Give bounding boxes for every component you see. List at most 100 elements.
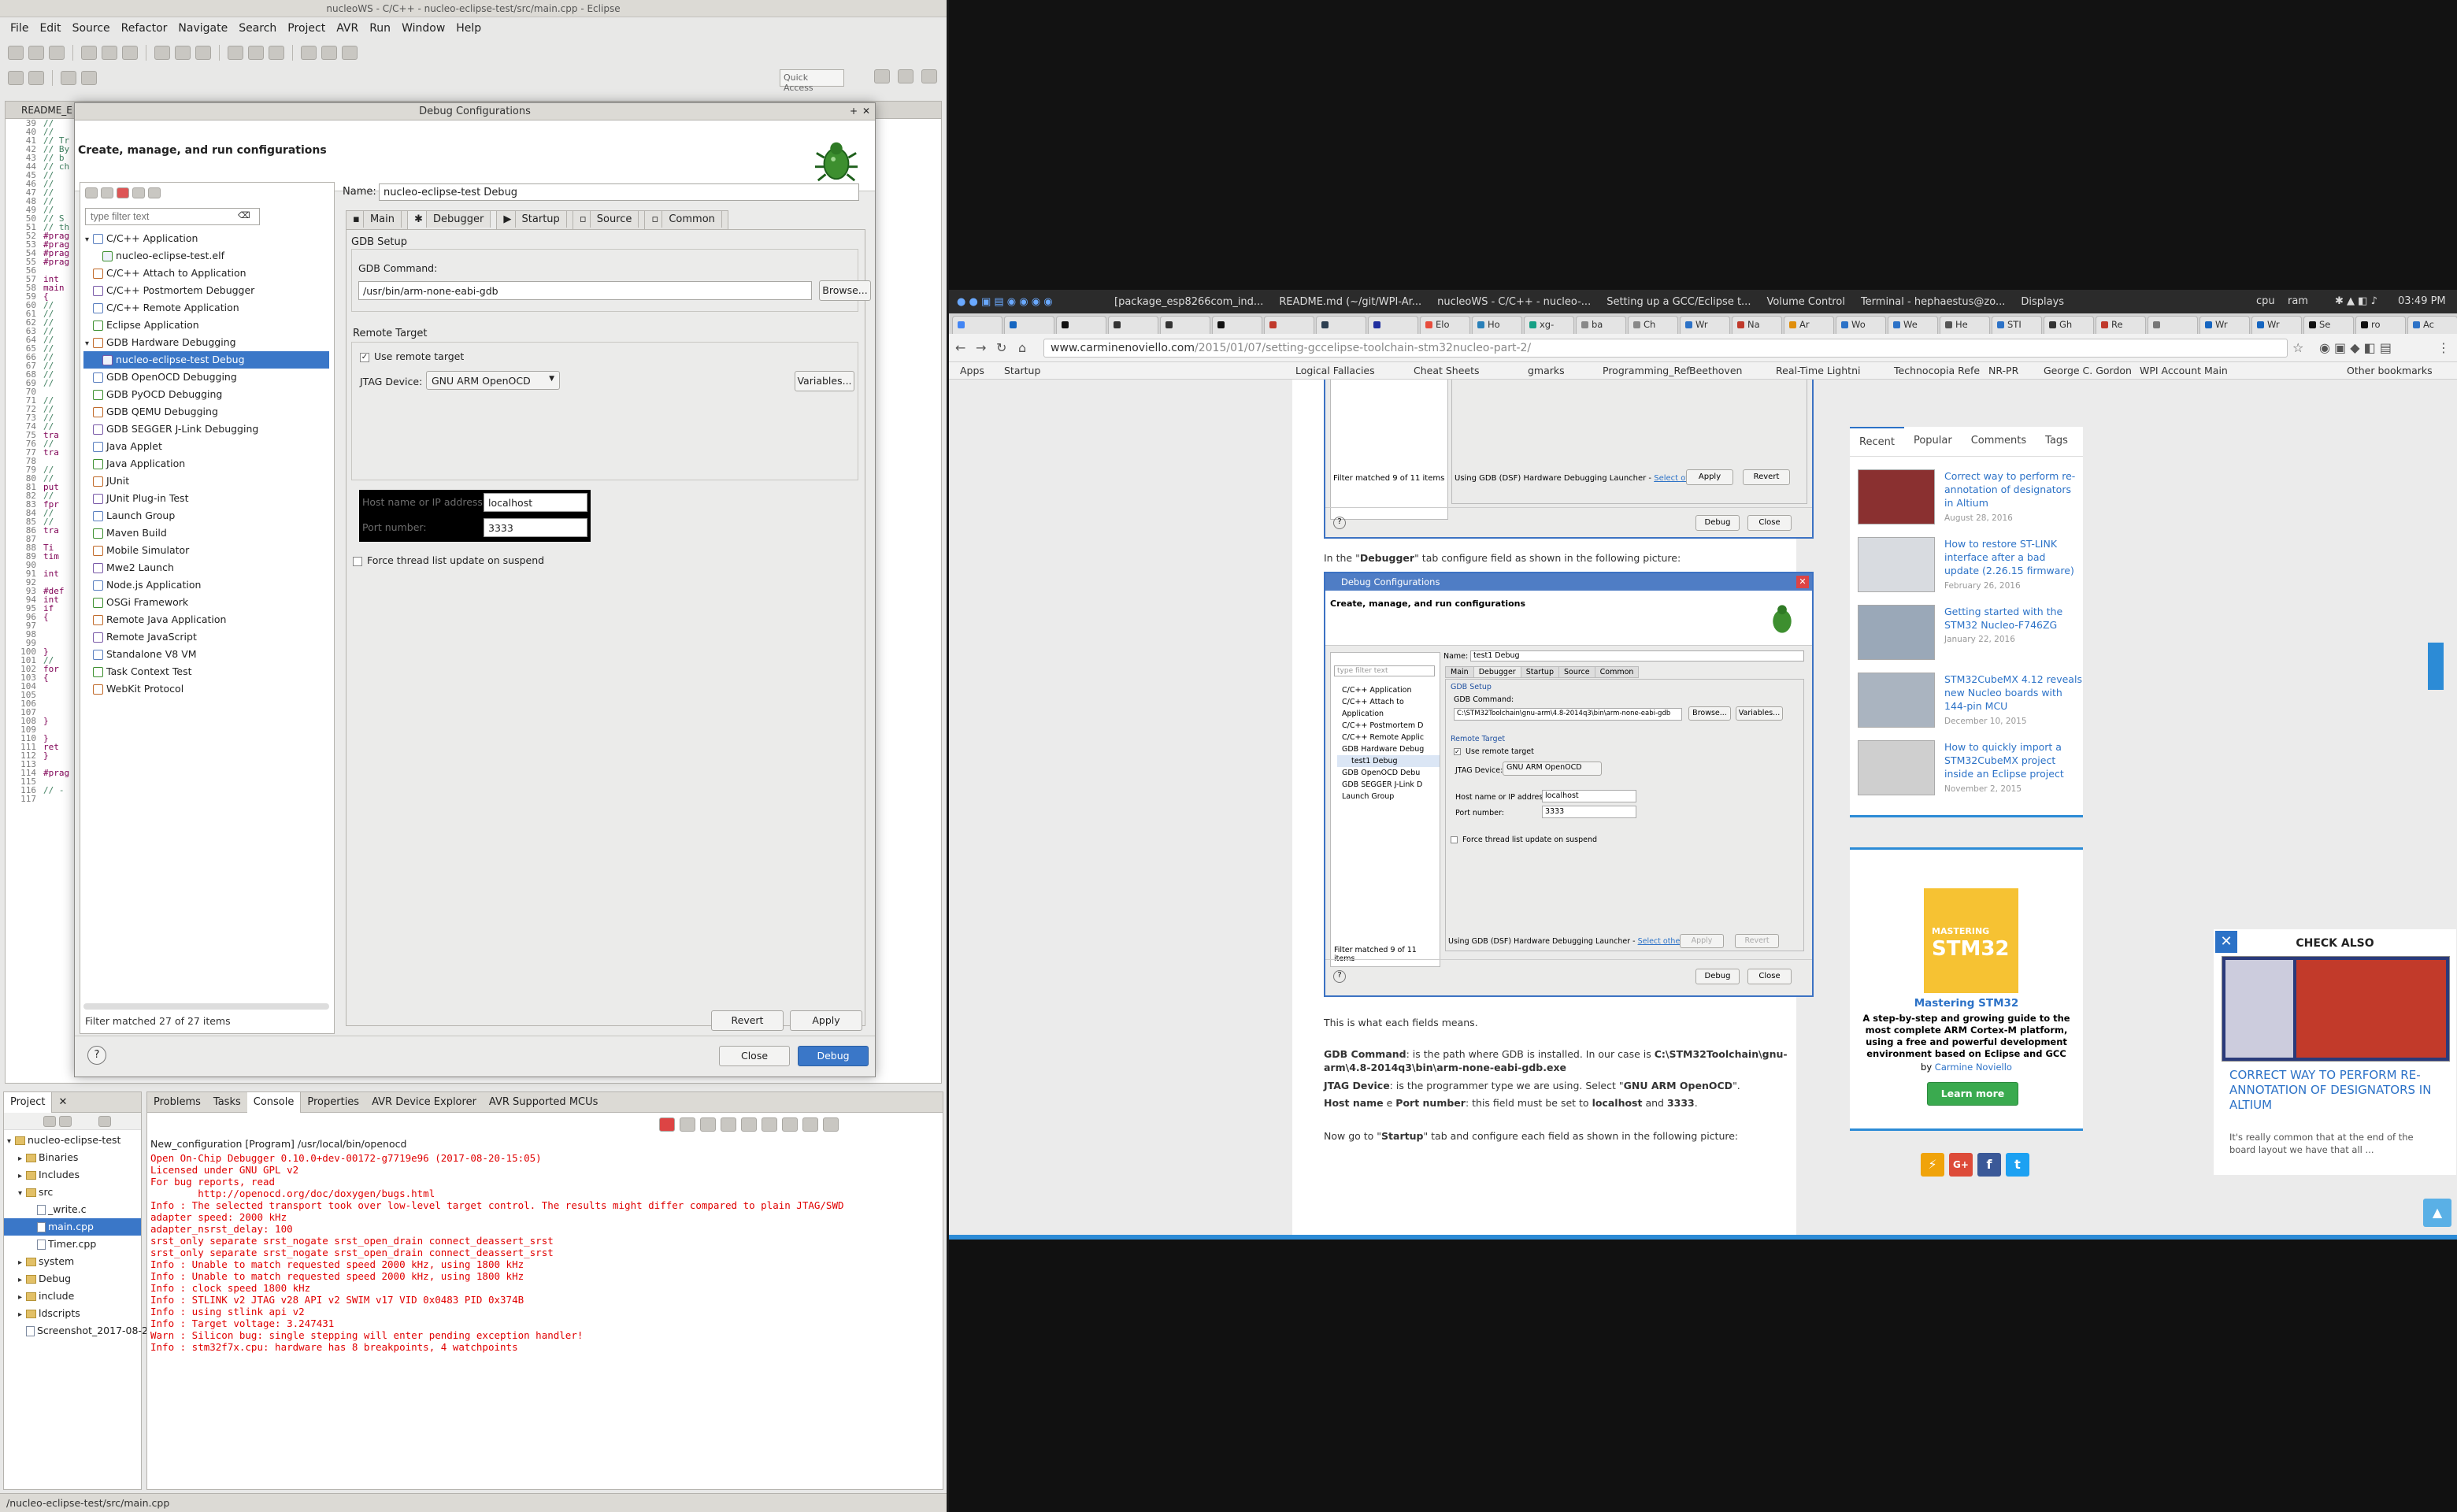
browser-tab[interactable]: Na bbox=[1732, 316, 1782, 334]
project-tree-item[interactable]: ▸ ldscripts bbox=[4, 1305, 141, 1322]
tab-problems[interactable]: Problems bbox=[147, 1096, 207, 1108]
config-tree-item[interactable]: nucleo-eclipse-test.elf bbox=[83, 247, 329, 265]
recent-post-title[interactable]: How to quickly import a STM32CubeMX proj… bbox=[1944, 740, 2083, 780]
expand-toggle-icon[interactable]: ▾ bbox=[85, 232, 93, 249]
extension-icons[interactable]: ◉ ▣ ◆ ◧ ▤ bbox=[2319, 340, 2392, 355]
chrome-menu-icon[interactable]: ⋮ bbox=[2437, 340, 2450, 355]
recent-post[interactable]: STM32CubeMX 4.12 reveals new Nucleo boar… bbox=[1858, 673, 2086, 736]
config-tree-item[interactable]: Java Applet bbox=[83, 438, 329, 455]
recent-post[interactable]: Getting started with the STM32 Nucleo-F7… bbox=[1858, 605, 2086, 668]
config-tree-item[interactable]: GDB QEMU Debugging bbox=[83, 403, 329, 421]
forward-icon[interactable] bbox=[81, 71, 97, 85]
config-tree-item[interactable]: GDB PyOCD Debugging bbox=[83, 386, 329, 403]
browse-button[interactable]: Browse... bbox=[819, 280, 871, 301]
mark-occurrences-icon[interactable] bbox=[28, 71, 44, 85]
browser-tab[interactable]: We bbox=[1888, 316, 1938, 334]
bookmark-item[interactable]: George C. Gordon bbox=[2044, 365, 2132, 376]
menu-edit[interactable]: Edit bbox=[34, 19, 66, 39]
port-number-input[interactable]: 3333 bbox=[484, 518, 587, 537]
word-wrap-icon[interactable] bbox=[762, 1117, 777, 1132]
menu-source[interactable]: Source bbox=[67, 19, 116, 39]
config-tree-item[interactable]: Remote Java Application bbox=[83, 611, 329, 628]
open-console-icon[interactable] bbox=[823, 1117, 839, 1132]
rss-icon[interactable]: ⚡ bbox=[1921, 1153, 1944, 1177]
recent-post-title[interactable]: Getting started with the STM32 Nucleo-F7… bbox=[1944, 605, 2083, 632]
config-tree-item[interactable]: GDB SEGGER J-Link Debugging bbox=[83, 421, 329, 438]
bookmark-item[interactable]: Logical Fallacies bbox=[1295, 365, 1375, 376]
task-arduino[interactable]: [package_esp8266com_ind... bbox=[1106, 296, 1271, 308]
new-class-icon[interactable] bbox=[154, 46, 170, 60]
project-tree-item[interactable]: Timer.cpp bbox=[4, 1236, 141, 1253]
expand-toggle-icon[interactable]: ▸ bbox=[18, 1272, 26, 1289]
browser-tab[interactable] bbox=[1160, 316, 1210, 334]
recent-post[interactable]: Correct way to perform re-annotation of … bbox=[1858, 469, 2086, 532]
recent-post-title[interactable]: How to restore ST-LINK interface after a… bbox=[1944, 537, 2083, 577]
config-tree-item[interactable]: C/C++ Attach to Application bbox=[83, 265, 329, 282]
print-icon[interactable] bbox=[49, 46, 65, 60]
config-tree-item[interactable]: Node.js Application bbox=[83, 576, 329, 594]
config-tree-item[interactable]: ▾ GDB Hardware Debugging bbox=[83, 334, 329, 351]
project-tree-item[interactable]: ▸ include bbox=[4, 1288, 141, 1305]
browser-tab[interactable]: Wr bbox=[2199, 316, 2250, 334]
task-terminal[interactable]: Terminal - hephaestus@zo... bbox=[1853, 296, 2013, 308]
name-input[interactable]: nucleo-eclipse-test Debug bbox=[379, 183, 859, 201]
filter-input[interactable] bbox=[85, 208, 260, 225]
config-tree-item[interactable]: Remote JavaScript bbox=[83, 628, 329, 646]
project-tree-item[interactable]: _write.c bbox=[4, 1201, 141, 1218]
browser-tab[interactable] bbox=[2148, 316, 2198, 334]
home-icon[interactable]: ⌂ bbox=[1018, 340, 1026, 355]
task-volume[interactable]: Volume Control bbox=[1758, 296, 1852, 308]
expand-toggle-icon[interactable]: ▸ bbox=[18, 1151, 26, 1168]
browser-tab[interactable]: Wr bbox=[1680, 316, 1730, 334]
display-console-icon[interactable] bbox=[802, 1117, 818, 1132]
browser-tab[interactable] bbox=[1264, 316, 1314, 334]
tray-icons[interactable]: ✱ ▲ ◧ ♪ bbox=[2335, 295, 2377, 307]
host-name-input[interactable]: localhost bbox=[484, 493, 587, 512]
project-tree-item[interactable]: ▸ Includes bbox=[4, 1166, 141, 1184]
menu-run[interactable]: Run bbox=[364, 19, 396, 39]
force-thread-update-checkbox[interactable]: Force thread list update on suspend bbox=[353, 554, 544, 566]
delete-config-icon[interactable] bbox=[117, 187, 129, 198]
perspective-open-icon[interactable] bbox=[874, 69, 890, 83]
browser-tab[interactable]: ro bbox=[2355, 316, 2406, 334]
config-tree-item[interactable]: Standalone V8 VM bbox=[83, 646, 329, 663]
config-tree-item[interactable]: JUnit bbox=[83, 472, 329, 490]
task-chrome[interactable]: Setting up a GCC/Eclipse t... bbox=[1599, 296, 1758, 308]
browser-tab[interactable]: Ac bbox=[2407, 316, 2457, 334]
variables-button[interactable]: Variables... bbox=[795, 371, 854, 391]
tab-tags[interactable]: Tags bbox=[2036, 427, 2077, 456]
perspective-cpp-icon[interactable] bbox=[898, 69, 914, 83]
expand-toggle-icon[interactable]: ▸ bbox=[18, 1306, 26, 1324]
google-plus-icon[interactable]: G+ bbox=[1949, 1153, 1973, 1177]
build-all-icon[interactable] bbox=[102, 46, 117, 60]
open-task-icon[interactable] bbox=[321, 46, 337, 60]
forward-icon[interactable]: → bbox=[976, 340, 986, 355]
back-icon[interactable] bbox=[61, 71, 76, 85]
help-icon[interactable]: ? bbox=[87, 1046, 106, 1065]
project-tree-item[interactable]: main.cpp bbox=[4, 1218, 141, 1236]
project-tree-item[interactable]: ▾ nucleo-eclipse-test bbox=[4, 1132, 141, 1149]
jtag-device-select[interactable]: GNU ARM OpenOCD ▼ bbox=[426, 371, 560, 390]
recent-post[interactable]: How to quickly import a STM32CubeMX proj… bbox=[1858, 740, 2086, 803]
horizontal-scrollbar[interactable] bbox=[83, 1003, 329, 1010]
config-tree-item[interactable]: Java Application bbox=[83, 455, 329, 472]
config-tree-item[interactable]: Mobile Simulator bbox=[83, 542, 329, 559]
debug-icon[interactable] bbox=[228, 46, 243, 60]
browser-tab[interactable]: Ho bbox=[1472, 316, 1522, 334]
menu-file[interactable]: File bbox=[5, 19, 34, 39]
terminate-icon[interactable] bbox=[659, 1117, 675, 1132]
maximize-icon[interactable]: + bbox=[850, 106, 858, 117]
build-icon[interactable] bbox=[81, 46, 97, 60]
search-icon[interactable] bbox=[301, 46, 317, 60]
config-tree-item[interactable]: Eclipse Application bbox=[83, 317, 329, 334]
browser-tab[interactable]: Gh bbox=[2044, 316, 2094, 334]
recent-post-title[interactable]: Correct way to perform re-annotation of … bbox=[1944, 469, 2083, 510]
tab-debugger[interactable]: ✱ Debugger bbox=[407, 210, 498, 229]
config-tree-item[interactable]: GDB OpenOCD Debugging bbox=[83, 369, 329, 386]
next-annotation-icon[interactable] bbox=[342, 46, 358, 60]
pin-console-icon[interactable] bbox=[782, 1117, 798, 1132]
apply-button[interactable]: Apply bbox=[790, 1010, 862, 1031]
external-tools-icon[interactable] bbox=[269, 46, 284, 60]
browser-tab[interactable]: ba bbox=[1576, 316, 1626, 334]
config-tree-item[interactable]: Task Context Test bbox=[83, 663, 329, 680]
